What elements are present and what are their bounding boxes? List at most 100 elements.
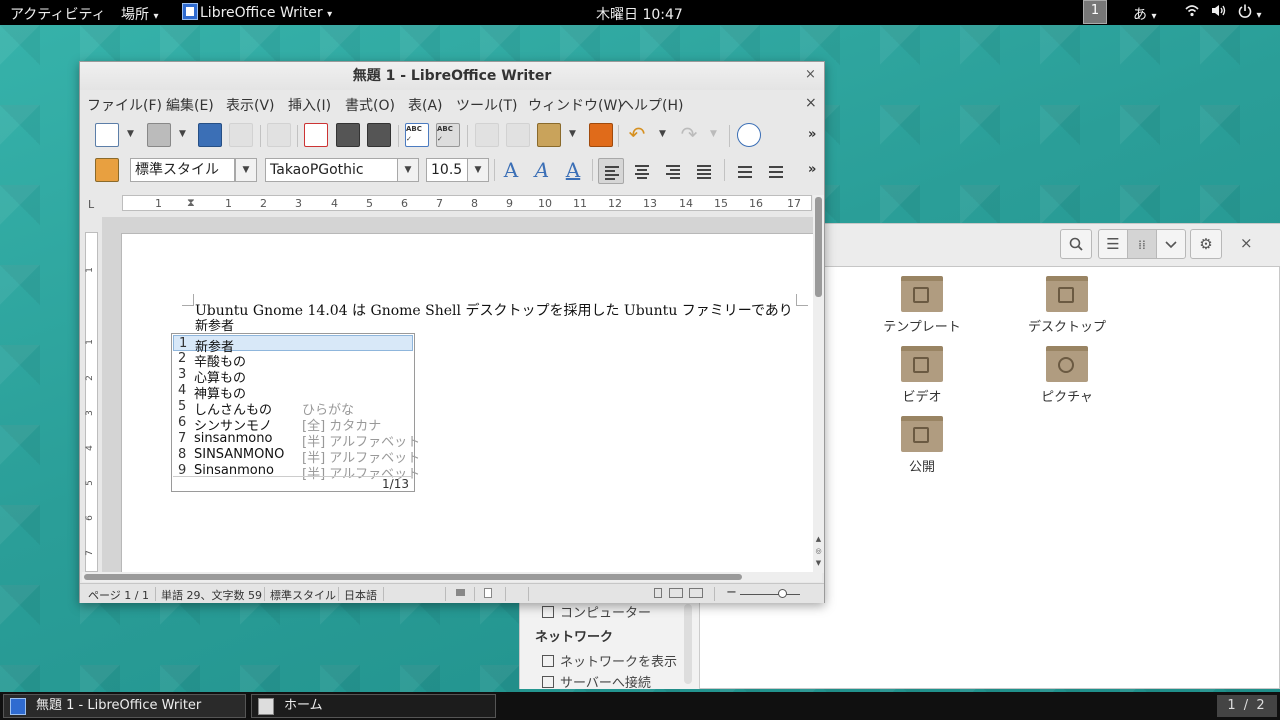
previous-page-button[interactable]: ▲	[814, 535, 823, 544]
status-page[interactable]: ページ 1 / 1	[88, 587, 149, 603]
document-close-button[interactable]: ×	[805, 95, 817, 111]
email-icon[interactable]	[229, 123, 253, 147]
bold-icon[interactable]: A	[499, 159, 523, 183]
undo-dropdown-arrow[interactable]: ▼	[659, 129, 666, 139]
menu-window[interactable]: ウィンドウ(W)	[528, 95, 623, 115]
power-menu[interactable]: ▾	[1238, 4, 1261, 22]
folder-videos[interactable]: ビデオ	[872, 346, 972, 405]
align-right-button[interactable]	[660, 158, 686, 184]
zoom-out-icon[interactable]: −	[726, 585, 737, 600]
candidate-item[interactable]: 4 神算もの	[173, 383, 413, 402]
task-files-home[interactable]: ホーム	[251, 694, 496, 718]
justify-button[interactable]	[691, 158, 717, 184]
bullets-button[interactable]	[761, 158, 787, 184]
font-name-dropdown[interactable]: ▼	[397, 158, 419, 182]
window-close-button[interactable]: ×	[805, 67, 816, 82]
view-options-button[interactable]	[1156, 229, 1186, 259]
sidebar-item-browse-network[interactable]: ネットワークを表示	[542, 651, 677, 670]
font-size-combo[interactable]: 10.5	[426, 158, 468, 182]
horizontal-scrollbar[interactable]	[82, 572, 822, 582]
underline-icon[interactable]: A	[561, 159, 585, 183]
print-icon[interactable]	[336, 123, 360, 147]
activities-button[interactable]: アクティビティ	[10, 4, 106, 24]
folder-desktop[interactable]: デスクトップ	[1017, 276, 1117, 335]
folder-public[interactable]: 公開	[872, 416, 972, 475]
edit-file-icon[interactable]	[267, 123, 291, 147]
sidebar-scrollbar[interactable]	[684, 604, 692, 684]
candidate-item[interactable]: 8 SINSANMONO [半] アルファベット	[173, 447, 420, 466]
menu-edit[interactable]: 編集(E)	[166, 95, 214, 115]
places-menu[interactable]: 場所 ▾	[121, 4, 158, 24]
files-settings-button[interactable]: ⚙	[1190, 229, 1222, 259]
volume-icon[interactable]	[1211, 4, 1226, 21]
new-document-icon[interactable]	[95, 123, 119, 147]
vertical-scrollbar[interactable]: ▲ ◎ ▼	[813, 195, 824, 573]
font-size-dropdown[interactable]: ▼	[467, 158, 489, 182]
font-name-combo[interactable]: TakaoPGothic	[265, 158, 398, 182]
open-dropdown-arrow[interactable]: ▼	[179, 129, 186, 139]
spellcheck-icon[interactable]: ABC ✓	[405, 123, 429, 147]
book-view-icon[interactable]	[689, 588, 703, 598]
align-left-button[interactable]	[598, 158, 624, 184]
navigator-button[interactable]: ◎	[814, 547, 823, 556]
toolbar-overflow-button[interactable]: »	[808, 162, 816, 177]
redo-icon[interactable]: ↷	[677, 123, 701, 147]
toolbar-overflow-button[interactable]: »	[808, 127, 816, 142]
clone-formatting-icon[interactable]	[589, 123, 613, 147]
folder-templates[interactable]: テンプレート	[872, 276, 972, 335]
paste-icon[interactable]	[537, 123, 561, 147]
input-method-menu[interactable]: あ ▾	[1133, 4, 1156, 24]
sidebar-item-computer[interactable]: コンピューター	[542, 602, 651, 621]
open-folder-icon[interactable]	[147, 123, 171, 147]
candidate-item[interactable]: 1 新参者	[173, 335, 413, 355]
workspace-indicator[interactable]: 1	[1083, 0, 1107, 24]
menu-help[interactable]: ヘルプ(H)	[620, 95, 683, 115]
copy-icon[interactable]	[506, 123, 530, 147]
paste-dropdown-arrow[interactable]: ▼	[569, 129, 576, 139]
numbering-button[interactable]	[730, 158, 756, 184]
paragraph-style-combo[interactable]: 標準スタイル	[130, 158, 235, 182]
task-writer[interactable]: 無題 1 - LibreOffice Writer	[3, 694, 246, 718]
multi-page-view-icon[interactable]	[669, 588, 683, 598]
files-close-button[interactable]: ×	[1240, 234, 1253, 252]
menu-file[interactable]: ファイル(F)	[87, 95, 162, 115]
hyperlink-icon[interactable]	[737, 123, 761, 147]
scrollbar-thumb[interactable]	[84, 574, 742, 580]
menu-view[interactable]: 表示(V)	[226, 95, 275, 115]
list-view-button[interactable]: ☰	[1098, 229, 1128, 259]
menu-format[interactable]: 書式(O)	[345, 95, 395, 115]
align-center-button[interactable]	[629, 158, 655, 184]
files-search-button[interactable]	[1060, 229, 1092, 259]
redo-dropdown-arrow[interactable]: ▼	[710, 129, 717, 139]
italic-icon[interactable]: A	[530, 159, 554, 183]
status-word-count[interactable]: 単語 29、文字数 59	[161, 587, 262, 603]
menu-insert[interactable]: 挿入(I)	[288, 95, 331, 115]
document-text[interactable]: Ubuntu Gnome 14.04 は Gnome Shell デスクトップを…	[195, 304, 793, 335]
tab-stop-selector[interactable]: L	[88, 198, 94, 211]
app-menu[interactable]: LibreOffice Writer ▾	[182, 3, 332, 21]
insert-mode-icon[interactable]	[456, 589, 465, 596]
paragraph-style-dropdown[interactable]: ▼	[235, 158, 257, 182]
styles-icon[interactable]	[95, 158, 119, 182]
next-page-button[interactable]: ▼	[814, 559, 823, 568]
candidate-item[interactable]: 2 辛酸もの	[173, 351, 413, 370]
folder-pictures[interactable]: ピクチャ	[1017, 346, 1117, 405]
wifi-icon[interactable]	[1185, 4, 1199, 21]
cut-icon[interactable]	[475, 123, 499, 147]
undo-icon[interactable]: ↶	[625, 123, 649, 147]
export-pdf-icon[interactable]	[304, 123, 328, 147]
candidate-item[interactable]: 6 シンサンモノ [全] カタカナ	[173, 415, 413, 434]
horizontal-ruler[interactable]: 1 ⧗ 1 2 3 4 5 6 7 8 9 10 11 12 13 14 15 …	[122, 195, 812, 211]
autospellcheck-icon[interactable]: ABC ✓	[436, 123, 460, 147]
save-icon[interactable]	[198, 123, 222, 147]
status-page-style[interactable]: 標準スタイル	[270, 587, 336, 603]
zoom-slider-handle[interactable]	[778, 589, 787, 598]
vertical-ruler[interactable]: 1 1 2 3 4 5 6 7	[85, 232, 98, 572]
status-language[interactable]: 日本語	[344, 587, 377, 603]
indent-marker-icon[interactable]: ⧗	[187, 196, 195, 210]
clock[interactable]: 木曜日 10:47	[596, 4, 683, 24]
candidate-item[interactable]: 3 心算もの	[173, 367, 413, 386]
sidebar-item-connect-server[interactable]: サーバーへ接続	[542, 672, 651, 691]
print-preview-icon[interactable]	[367, 123, 391, 147]
candidate-item[interactable]: 5 しんさんもの ひらがな	[173, 399, 413, 418]
